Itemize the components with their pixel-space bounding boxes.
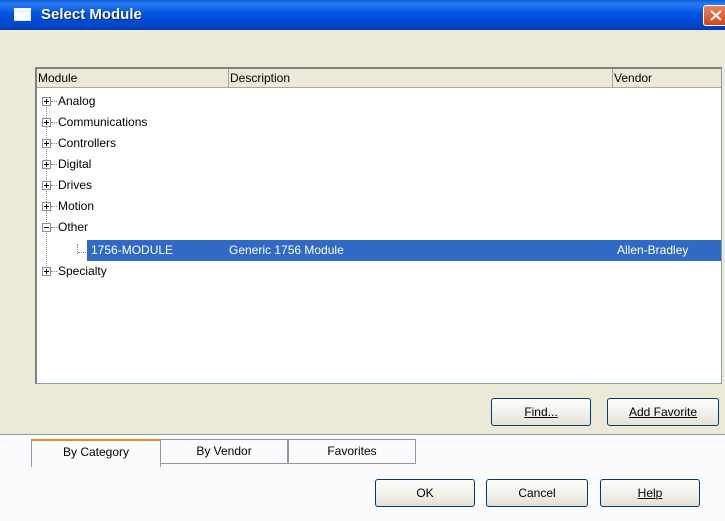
tab-favorites[interactable]: Favorites (288, 439, 416, 464)
cancel-button[interactable]: Cancel (486, 479, 588, 507)
title-bar[interactable]: Select Module (0, 0, 725, 30)
expand-icon[interactable] (42, 181, 51, 190)
tree-item-label: Analog (58, 94, 96, 108)
column-header-description[interactable]: Description (229, 69, 613, 88)
tree-item-label: Motion (58, 199, 95, 213)
collapse-icon[interactable] (42, 223, 51, 232)
close-button[interactable] (703, 5, 725, 26)
help-button-label: Help (637, 486, 663, 500)
find-button[interactable]: Find... (491, 398, 591, 426)
tree-line (51, 271, 57, 272)
tree-item-digital[interactable]: Digital (37, 154, 721, 175)
tree-item-label: Digital (58, 157, 92, 171)
expand-icon[interactable] (42, 139, 51, 148)
tree-item-label: Communications (58, 115, 148, 129)
tree-item-label: Drives (58, 178, 93, 192)
module-list[interactable]: Module Description Vendor Analog Communi… (35, 67, 722, 384)
tab-by-category-label: By Category (62, 445, 130, 459)
tree-item-label: Specialty (58, 264, 107, 278)
column-headers: Module Description Vendor (37, 69, 721, 89)
expand-icon[interactable] (42, 160, 51, 169)
column-header-module[interactable]: Module (37, 69, 229, 88)
tree-item-drives[interactable]: Drives (37, 175, 721, 196)
expand-icon[interactable] (42, 97, 51, 106)
expand-icon[interactable] (42, 118, 51, 127)
tree-item-label: Other (58, 220, 89, 234)
tree-line (51, 101, 57, 102)
column-header-vendor[interactable]: Vendor (613, 69, 721, 88)
ok-button[interactable]: OK (375, 479, 475, 507)
tree-item-analog[interactable]: Analog (37, 91, 721, 112)
tree-line (51, 227, 57, 228)
find-button-label: Find... (524, 405, 558, 419)
tree-line (51, 122, 57, 123)
tree-line (51, 206, 57, 207)
tree-line (51, 164, 57, 165)
module-vendor: Allen-Bradley (617, 243, 689, 257)
tree-line (51, 185, 57, 186)
tree-item-other[interactable]: Other (37, 217, 721, 238)
tab-by-category[interactable]: By Category (31, 439, 161, 467)
tab-by-vendor[interactable]: By Vendor (160, 439, 288, 464)
add-favorite-button-label: Add Favorite (628, 405, 698, 419)
selected-module-row[interactable]: 1756-MODULE Generic 1756 Module Allen-Br… (87, 240, 721, 261)
tree-item-controllers[interactable]: Controllers (37, 133, 721, 154)
tree-item-label: Controllers (58, 136, 117, 150)
expand-icon[interactable] (42, 267, 51, 276)
tree-item-communications[interactable]: Communications (37, 112, 721, 133)
help-button[interactable]: Help (600, 479, 700, 507)
tree-item-specialty[interactable]: Specialty (37, 261, 721, 282)
module-name: 1756-MODULE (91, 243, 174, 257)
window-title: Select Module (41, 6, 142, 23)
add-favorite-button[interactable]: Add Favorite (607, 398, 719, 426)
select-module-dialog: Select Module Module Description Vendor … (0, 0, 725, 521)
expand-icon[interactable] (42, 202, 51, 211)
close-icon (710, 10, 722, 21)
tree-item-motion[interactable]: Motion (37, 196, 721, 217)
tree-line (51, 143, 57, 144)
module-description: Generic 1756 Module (229, 243, 344, 257)
window-icon (14, 8, 31, 21)
